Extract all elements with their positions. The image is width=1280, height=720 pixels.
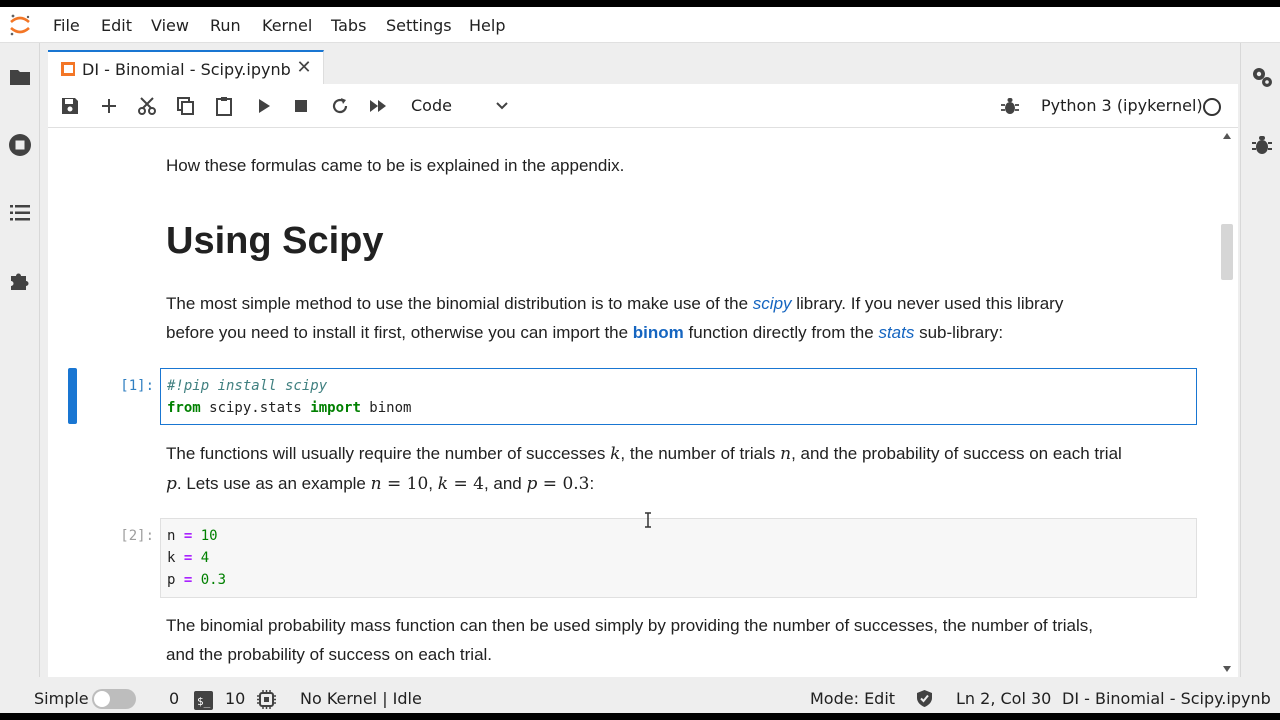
right-sidebar	[1240, 43, 1280, 677]
jupyter-logo-icon	[10, 14, 30, 36]
trusted-shield-icon[interactable]	[915, 689, 934, 708]
simple-mode-toggle[interactable]	[92, 689, 136, 709]
bold-binom: binom	[632, 323, 684, 342]
menu-run[interactable]: Run	[210, 16, 241, 35]
scroll-down-arrow-icon[interactable]	[1223, 666, 1231, 672]
interrupt-kernel-icon[interactable]	[291, 96, 311, 116]
status-bar: Simple 0 $_ 10 No Kernel | Idle Mode: Ed…	[0, 683, 1280, 713]
notebook-tab[interactable]: DI - Binomial - Scipy.ipynb ✕	[48, 50, 324, 86]
scrollbar-thumb[interactable]	[1221, 224, 1233, 280]
save-icon[interactable]	[60, 96, 80, 116]
notebook-toolbar: Code Python 3 (ipykernel)	[48, 84, 1238, 128]
markdown-pmf-description: The binomial probability mass function c…	[166, 616, 1093, 664]
debugger-bug-icon[interactable]	[1250, 133, 1274, 157]
mouse-ibeam-cursor-icon	[645, 512, 651, 528]
notebook-scrollbar[interactable]	[1220, 128, 1238, 677]
menu-file[interactable]: File	[53, 16, 80, 35]
menu-edit[interactable]: Edit	[101, 16, 132, 35]
scroll-up-arrow-icon[interactable]	[1223, 133, 1231, 139]
tab-title: DI - Binomial - Scipy.ipynb	[82, 60, 291, 79]
paste-icon[interactable]	[214, 96, 234, 116]
menu-settings[interactable]: Settings	[386, 16, 452, 35]
restart-kernel-icon[interactable]	[330, 96, 350, 116]
tab-close-icon[interactable]: ✕	[294, 58, 314, 78]
menu-bar: File Edit View Run Kernel Tabs Settings …	[0, 7, 1280, 43]
markdown-scipy-description: The most simple method to use the binomi…	[166, 294, 1064, 342]
folder-icon[interactable]	[8, 65, 32, 89]
kernel-state[interactable]: No Kernel | Idle	[300, 689, 422, 708]
table-of-contents-icon[interactable]	[8, 201, 32, 225]
terminals-count[interactable]: 0	[169, 689, 179, 708]
document-tab-bar: DI - Binomial - Scipy.ipynb ✕	[48, 50, 1238, 86]
menu-view[interactable]: View	[151, 16, 189, 35]
property-inspector-gears-icon[interactable]	[1250, 65, 1274, 89]
menu-tabs[interactable]: Tabs	[331, 16, 366, 35]
code-cell-2-editor[interactable]: n = 10 k = 4 p = 0.3	[160, 518, 1197, 598]
notebook-icon	[61, 62, 75, 76]
extension-puzzle-icon[interactable]	[8, 269, 32, 293]
add-cell-icon[interactable]	[99, 96, 119, 116]
restart-run-all-icon[interactable]	[368, 96, 388, 116]
status-filename: DI - Binomial - Scipy.ipynb	[1062, 689, 1271, 708]
markdown-parameters-description: The functions will usually require the n…	[166, 444, 1122, 494]
toggle-knob	[94, 691, 110, 707]
menu-help[interactable]: Help	[469, 16, 505, 35]
notebook-panel: How these formulas came to be is explain…	[48, 128, 1220, 677]
menu-kernel[interactable]: Kernel	[262, 16, 312, 35]
copy-icon[interactable]	[176, 96, 196, 116]
cursor-position[interactable]: Ln 2, Col 30	[956, 689, 1051, 708]
debugger-toggle-bug-icon[interactable]	[1000, 96, 1020, 116]
cell-type-select[interactable]: Code	[411, 96, 452, 115]
kernel-status-circle-icon	[1203, 98, 1221, 116]
cut-icon[interactable]	[137, 96, 157, 116]
heading-using-scipy: Using Scipy	[166, 220, 384, 262]
chevron-down-icon[interactable]	[494, 98, 510, 114]
main-area: DI - Binomial - Scipy.ipynb ✕ Code Pytho…	[48, 50, 1238, 677]
svg-text:$_: $_	[197, 695, 211, 708]
jupyterlab-window: File Edit View Run Kernel Tabs Settings …	[0, 7, 1280, 713]
simple-mode-label: Simple	[34, 689, 89, 708]
markdown-intro: How these formulas came to be is explain…	[166, 156, 625, 175]
notebook-mode: Mode: Edit	[810, 689, 896, 708]
run-cell-icon[interactable]	[254, 96, 274, 116]
cell-prompt-1: [1]:	[120, 378, 154, 394]
running-stop-icon[interactable]	[8, 133, 32, 157]
cell-prompt-2: [2]:	[120, 528, 154, 544]
link-scipy[interactable]: scipy	[753, 294, 792, 313]
active-cell-collapser[interactable]	[68, 368, 77, 424]
kernels-count[interactable]: 10	[225, 689, 245, 708]
link-stats[interactable]: stats	[878, 323, 914, 342]
kernel-name[interactable]: Python 3 (ipykernel)	[1041, 96, 1203, 115]
left-sidebar	[0, 43, 40, 677]
kernel-chip-icon[interactable]	[257, 690, 276, 709]
code-cell-1-editor[interactable]: #!pip install scipy from scipy.stats imp…	[160, 368, 1197, 425]
terminal-icon[interactable]: $_	[194, 691, 213, 710]
